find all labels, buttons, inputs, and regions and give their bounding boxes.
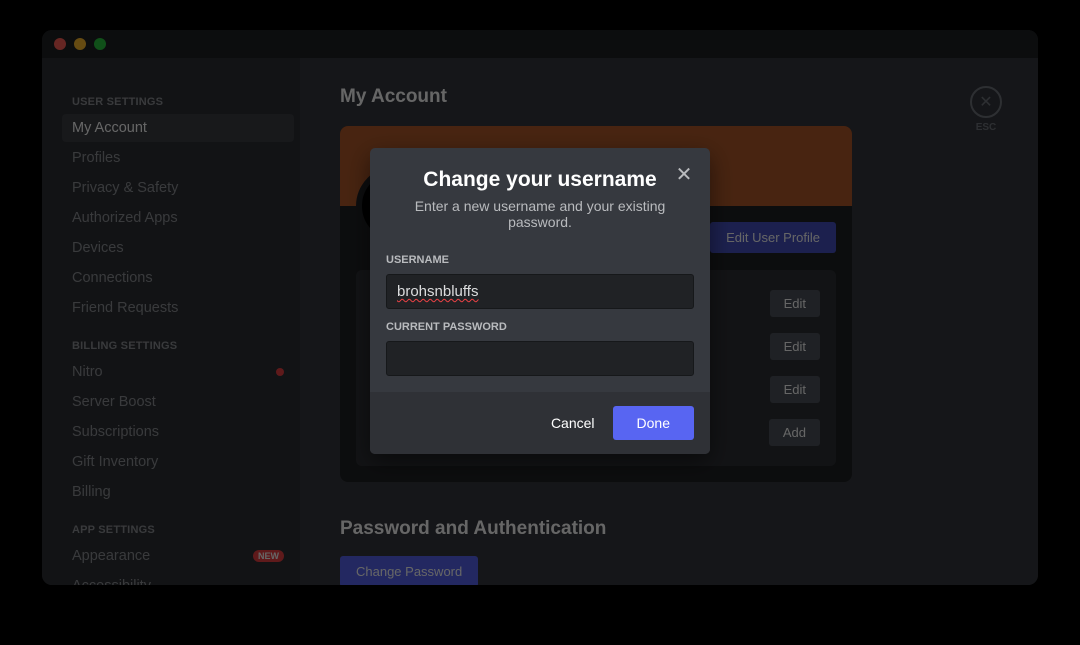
change-username-modal: ✕ Change your username Enter a new usern… [370,148,710,454]
modal-subtitle: Enter a new username and your existing p… [390,198,690,230]
password-label: CURRENT PASSWORD [386,321,694,333]
username-label: USERNAME [386,254,694,266]
modal-close-button[interactable]: ✕ [672,162,696,186]
modal-title: Change your username [390,168,690,192]
password-input[interactable] [386,341,694,376]
done-button[interactable]: Done [613,406,694,440]
close-icon: ✕ [676,164,693,186]
username-input[interactable]: brohsnbluffs [386,274,694,309]
cancel-button[interactable]: Cancel [551,415,595,431]
modal-overlay[interactable]: ✕ Change your username Enter a new usern… [0,0,1080,645]
